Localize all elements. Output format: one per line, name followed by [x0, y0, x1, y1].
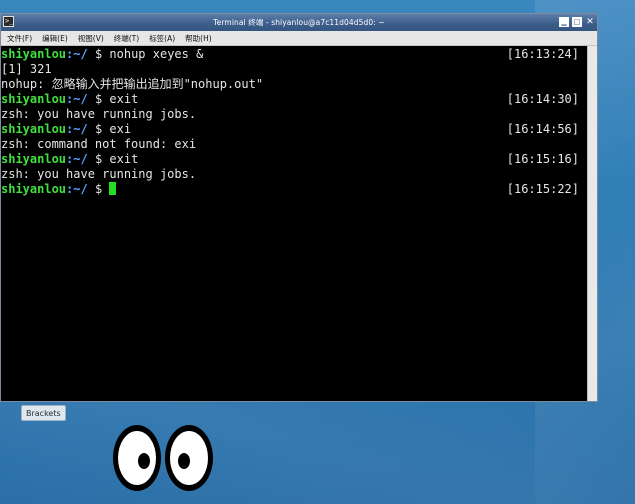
command-text: exit — [109, 152, 139, 166]
menu-view[interactable]: 视图(V) — [78, 31, 104, 46]
window-titlebar[interactable]: >_ Terminal 终端 - shiyanlou@a7c11d04d5d0:… — [1, 14, 597, 31]
window-title: Terminal 终端 - shiyanlou@a7c11d04d5d0: ~ — [213, 18, 385, 27]
prompt-path: :~/ — [66, 152, 88, 166]
menu-terminal[interactable]: 终端(T) — [114, 31, 139, 46]
prompt-path: :~/ — [66, 182, 88, 196]
right-eye-pupil — [178, 453, 190, 469]
menu-edit[interactable]: 编辑(E) — [42, 31, 68, 46]
prompt-user: shiyanlou — [1, 122, 67, 136]
menu-tabs[interactable]: 标签(A) — [149, 31, 175, 46]
terminal-line: shiyanlou:~/ $ exi [16:14:56] — [1, 122, 587, 137]
prompt-symbol: $ — [87, 92, 110, 106]
prompt-path: :~/ — [66, 47, 88, 61]
eyes-icon[interactable] — [112, 424, 216, 492]
desktop-background-streak — [0, 400, 635, 504]
output-text: nohup: 忽略输入并把输出追加到"nohup.out" — [1, 77, 264, 91]
left-eye-white — [118, 431, 156, 485]
terminal-line: nohup: 忽略输入并把输出追加到"nohup.out" — [1, 77, 587, 92]
minimize-icon[interactable]: ▁ — [559, 17, 569, 27]
prompt-user: shiyanlou — [1, 92, 67, 106]
terminal-line: shiyanlou:~/ $ exit [16:14:30] — [1, 92, 587, 107]
timestamp: [16:14:56] — [506, 122, 579, 136]
timestamp: [16:13:24] — [506, 47, 579, 61]
command-text: nohup xeyes & — [109, 47, 204, 61]
timestamp: [16:14:30] — [506, 92, 579, 106]
left-eye-pupil — [138, 453, 150, 469]
menu-bar: 文件(F) 编辑(E) 视图(V) 终端(T) 标签(A) 帮助(H) — [1, 31, 597, 46]
output-text: zsh: you have running jobs. — [1, 107, 197, 121]
output-text: zsh: you have running jobs. — [1, 167, 197, 181]
window-controls: ▁ □ ✕ — [559, 17, 595, 27]
timestamp: [16:15:22] — [506, 182, 579, 196]
prompt-symbol: $ — [87, 122, 110, 136]
terminal-line: zsh: you have running jobs. — [1, 107, 587, 122]
terminal-scrollbar[interactable] — [587, 46, 597, 401]
terminal-line: shiyanlou:~/ $ nohup xeyes & [16:13:24] — [1, 47, 587, 62]
menu-help[interactable]: 帮助(H) — [185, 31, 212, 46]
output-text: zsh: command not found: exi — [1, 137, 197, 151]
prompt-symbol: $ — [87, 182, 110, 196]
prompt-path: :~/ — [66, 122, 88, 136]
prompt-symbol: $ — [87, 152, 110, 166]
close-icon[interactable]: ✕ — [585, 17, 595, 27]
terminal-window[interactable]: >_ Terminal 终端 - shiyanlou@a7c11d04d5d0:… — [0, 13, 598, 402]
timestamp: [16:15:16] — [506, 152, 579, 166]
maximize-icon[interactable]: □ — [572, 17, 582, 27]
output-text: [1] 321 — [1, 62, 52, 76]
terminal-output[interactable]: shiyanlou:~/ $ nohup xeyes & [16:13:24] [… — [1, 46, 587, 401]
prompt-user: shiyanlou — [1, 152, 67, 166]
terminal-line: zsh: you have running jobs. — [1, 167, 587, 182]
terminal-line: shiyanlou:~/ $ [16:15:22] — [1, 182, 587, 197]
prompt-path: :~/ — [66, 92, 88, 106]
prompt-user: shiyanlou — [1, 47, 67, 61]
command-text: exit — [109, 92, 139, 106]
terminal-line: [1] 321 — [1, 62, 587, 77]
terminal-line: zsh: command not found: exi — [1, 137, 587, 152]
command-text: exi — [109, 122, 132, 136]
prompt-user: shiyanlou — [1, 182, 67, 196]
terminal-line: shiyanlou:~/ $ exit [16:15:16] — [1, 152, 587, 167]
menu-file[interactable]: 文件(F) — [7, 31, 32, 46]
prompt-symbol: $ — [87, 47, 110, 61]
text-cursor — [109, 182, 117, 195]
brackets-taskbar-label[interactable]: Brackets — [21, 405, 66, 421]
